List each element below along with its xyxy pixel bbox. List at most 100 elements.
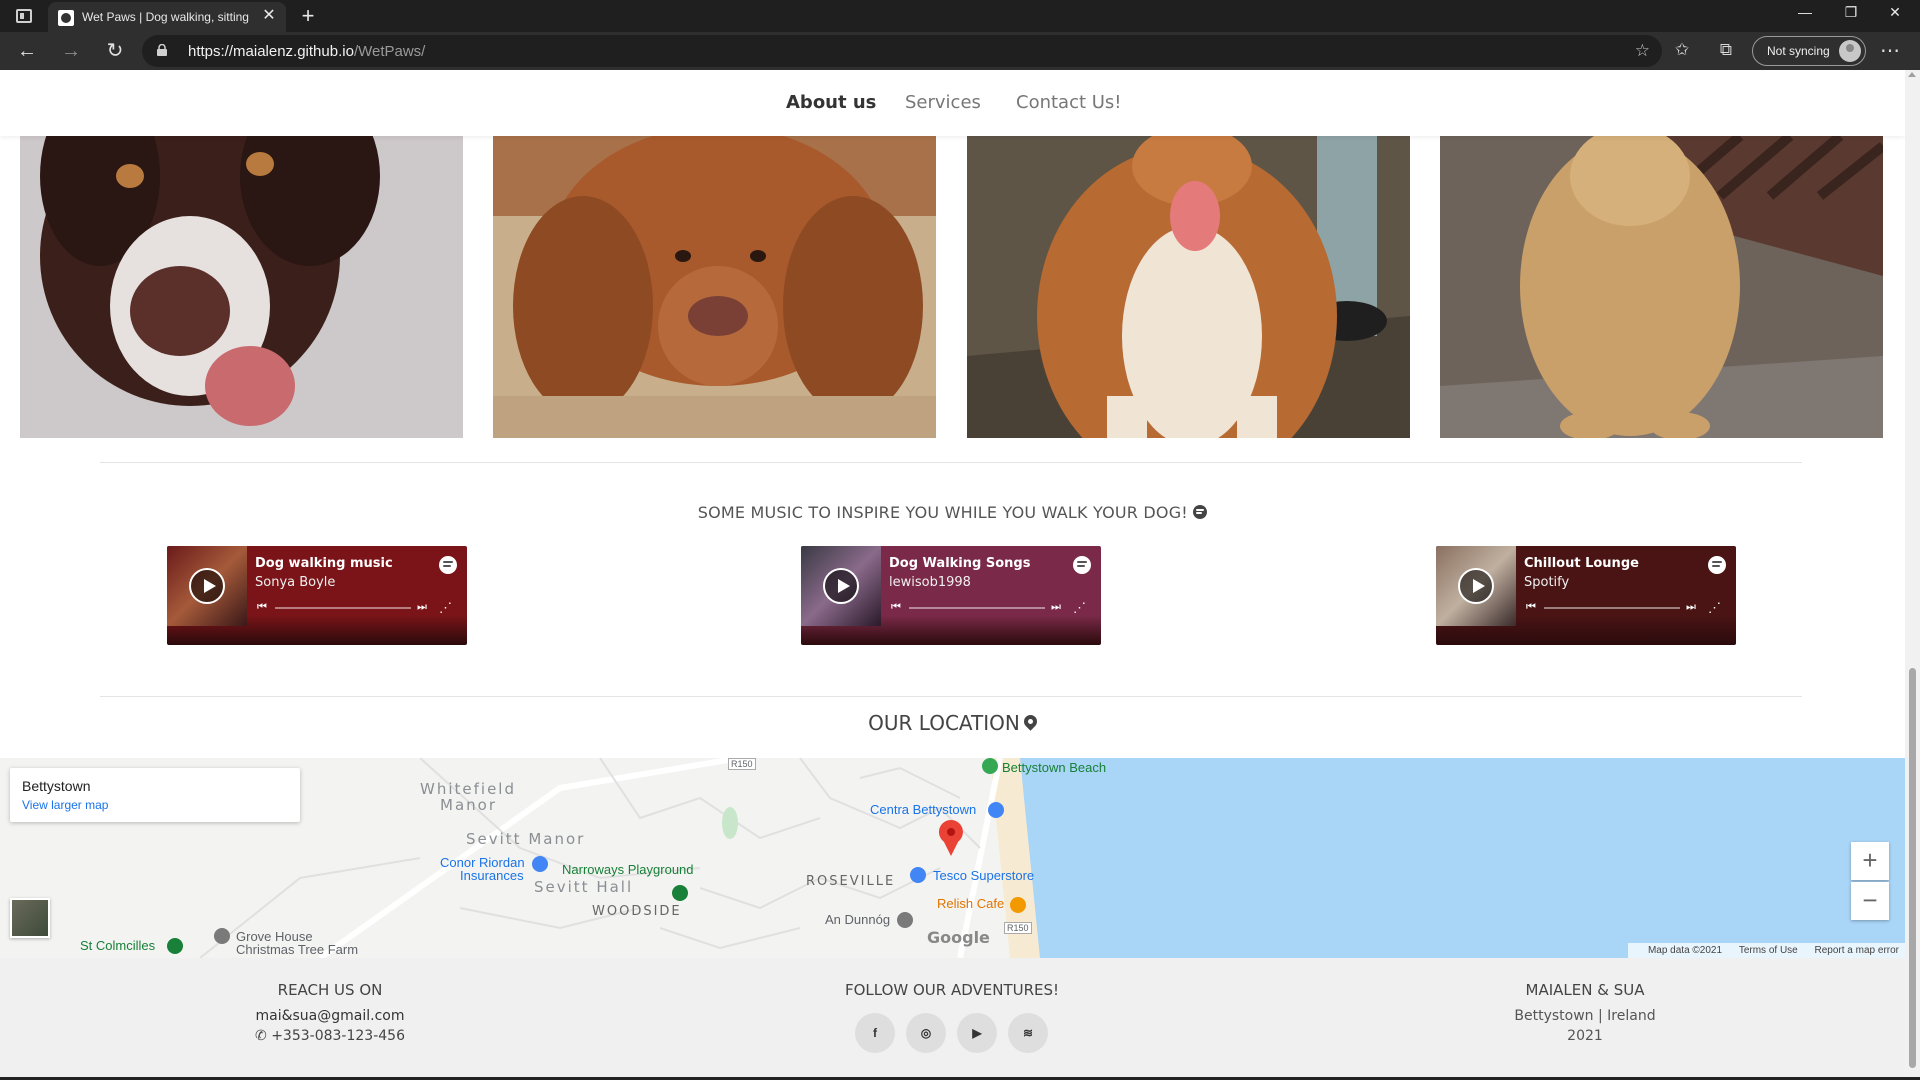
play-button[interactable] [1458,568,1494,604]
map-info-card: Bettystown View larger map [10,768,300,822]
spotify-icon[interactable]: ≋ [1008,1013,1048,1053]
address-bar[interactable]: https://maialenz.github.io/WetPaws/ ☆ [142,35,1662,67]
nav-services[interactable]: Services [905,92,981,113]
share-icon[interactable]: ⋰ [1708,600,1721,616]
map-label-st-colmcilles[interactable]: St Colmcilles [80,938,155,953]
map-label-conor-riordan[interactable]: Conor Riordan Insurances [440,856,525,882]
map-place-title: Bettystown [22,778,91,794]
scroll-up-arrow-icon[interactable] [1908,72,1916,77]
progress-track[interactable] [275,607,411,609]
map-label-sevitt-hall: Sevitt Hall [534,878,634,896]
google-logo[interactable]: Google [927,928,990,947]
reload-icon[interactable]: ↻ [100,38,130,64]
playlist-author[interactable]: lewisob1998 [889,575,971,590]
location-heading: OUR LOCATION [0,711,1905,735]
next-track-icon[interactable]: ⏭ [1686,601,1696,614]
scrollbar-thumb[interactable] [1909,668,1916,1068]
tab-actions-icon[interactable] [16,9,32,23]
embedded-map[interactable]: Bettystown View larger map Whitefield Ma… [0,758,1905,958]
view-larger-map-link[interactable]: View larger map [22,798,108,812]
sync-label: Not syncing [1767,44,1830,58]
youtube-icon[interactable]: ▶ [957,1013,997,1053]
avatar [1839,40,1861,62]
map-label-tesco[interactable]: Tesco Superstore [933,868,1034,883]
share-icon[interactable]: ⋰ [439,600,452,616]
profile-sync-button[interactable]: Not syncing [1752,36,1866,66]
next-track-icon[interactable]: ⏭ [1051,601,1061,614]
zoom-out-button[interactable]: − [1851,882,1889,920]
playlist-author[interactable]: Spotify [1524,575,1569,590]
zoom-in-button[interactable]: + [1851,842,1889,880]
browser-titlebar: Wet Paws | Dog walking, sitting a ✕ + — … [0,0,1920,32]
spotify-logo-icon[interactable] [1708,556,1726,574]
window-close-icon[interactable]: ✕ [1880,4,1910,21]
site-navigation: About us Services Contact Us! [0,70,1905,136]
map-label-bettystown-beach[interactable]: Bettystown Beach [1002,760,1106,775]
spotify-player-2[interactable]: Dog Walking Songs lewisob1998 ⏮ ⏭ ⋰ [801,546,1101,645]
nav-about-us[interactable]: About us [786,92,876,113]
page-scrollbar[interactable] [1905,70,1920,1080]
map-pin-icon [1021,712,1040,731]
share-icon[interactable]: ⋰ [1073,600,1086,616]
road-sign-r150: R150 [728,758,756,770]
footer-phone[interactable]: ✆ +353-083-123-456 [230,1028,430,1044]
restore-icon[interactable]: ❐ [1836,4,1866,21]
facebook-icon[interactable]: f [855,1013,895,1053]
browser-toolbar: ← → ↻ https://maialenz.github.io/WetPaws… [0,32,1920,70]
lock-icon[interactable] [156,44,168,56]
spotify-logo-icon[interactable] [439,556,457,574]
map-data-text: Map data ©2021 [1647,945,1723,956]
dog-photo-2 [493,136,936,438]
play-button[interactable] [823,568,859,604]
more-icon[interactable]: ⋯ [1880,38,1900,63]
playlist-title[interactable]: Chillout Lounge [1524,556,1639,571]
report-map-error-link[interactable]: Report a map error [1815,945,1899,956]
previous-track-icon[interactable]: ⏮ [891,601,901,614]
favorites-icon[interactable]: ✩ [1670,40,1694,60]
playlist-title[interactable]: Dog walking music [255,556,393,571]
footer-email[interactable]: mai&sua@gmail.com [230,1008,430,1024]
page-viewport: About us Services Contact Us! SOME MUSIC… [0,70,1905,1080]
next-track-icon[interactable]: ⏭ [417,601,427,614]
map-label-sevitt-manor: Sevitt Manor [466,830,586,848]
map-label-centra[interactable]: Centra Bettystown [870,802,976,817]
map-label-grove-house[interactable]: Grove House Christmas Tree Farm [236,930,358,956]
road-sign-r150: R150 [1004,922,1032,934]
play-button[interactable] [189,568,225,604]
tab-close-icon[interactable]: ✕ [260,7,278,25]
map-label-manor: Manor [440,796,497,814]
map-label-an-dunnog[interactable]: An Dunnóg [825,912,890,927]
nav-contact-us[interactable]: Contact Us! [1016,92,1122,113]
terms-of-use-link[interactable]: Terms of Use [1739,945,1798,956]
collections-icon[interactable]: ⧉ [1714,40,1738,60]
favicon-icon [58,10,74,26]
forward-arrow-icon[interactable]: → [56,38,86,64]
back-arrow-icon[interactable]: ← [12,38,42,64]
spotify-player-3[interactable]: Chillout Lounge Spotify ⏮ ⏭ ⋰ [1436,546,1736,645]
new-tab-icon[interactable]: + [296,3,320,29]
previous-track-icon[interactable]: ⏮ [1526,601,1536,614]
satellite-toggle[interactable] [10,898,50,938]
footer-year: 2021 [1567,1028,1603,1044]
minimize-icon[interactable]: — [1790,4,1820,20]
progress-track[interactable] [909,607,1045,609]
spotify-logo-icon[interactable] [1073,556,1091,574]
section-divider [100,462,1802,463]
star-add-icon[interactable]: ☆ [1635,41,1650,61]
dog-photo-1 [20,136,463,438]
footer-about-heading: MAIALEN & SUA [1525,981,1645,999]
playlist-author[interactable]: Sonya Boyle [255,575,335,590]
dog-photo-4 [1440,136,1883,438]
instagram-icon[interactable]: ◎ [906,1013,946,1053]
map-attribution: Map data ©2021 Terms of Use Report a map… [1627,943,1905,958]
map-label-woodside: WOODSIDE [592,904,682,919]
previous-track-icon[interactable]: ⏮ [257,601,267,614]
playlist-title[interactable]: Dog Walking Songs [889,556,1030,571]
map-label-relish-cafe[interactable]: Relish Cafe [937,896,1004,911]
map-label-narroways-playground[interactable]: Narroways Playground [562,862,694,877]
whatsapp-icon: ✆ [255,1028,272,1044]
spotify-player-1[interactable]: Dog walking music Sonya Boyle ⏮ ⏭ ⋰ [167,546,467,645]
browser-tab[interactable]: Wet Paws | Dog walking, sitting a ✕ [48,2,286,32]
section-divider [100,696,1802,697]
progress-track[interactable] [1544,607,1680,609]
